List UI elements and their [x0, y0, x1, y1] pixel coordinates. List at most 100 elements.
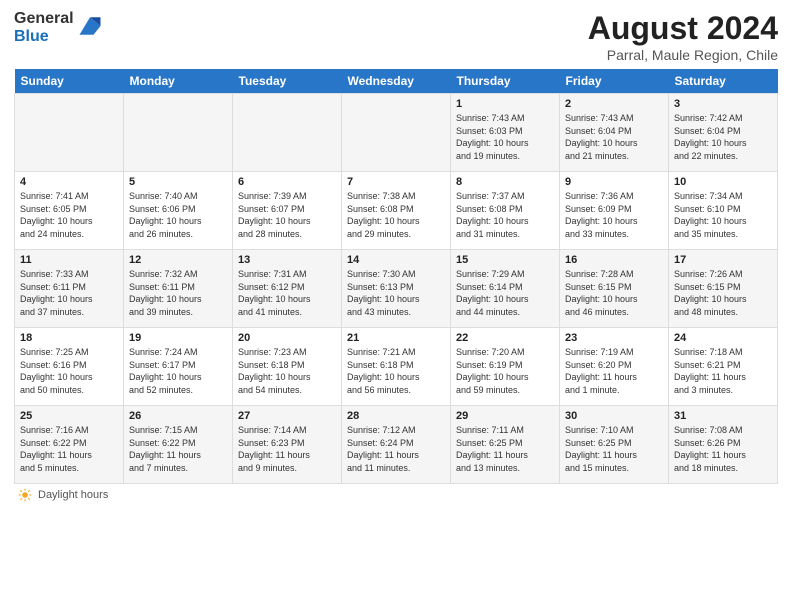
calendar-cell: 1 Sunrise: 7:43 AM Sunset: 6:03 PM Daylig… — [451, 94, 560, 172]
day-info: Sunrise: 7:36 AM Sunset: 6:09 PM Dayligh… — [565, 190, 663, 240]
day-info: Sunrise: 7:21 AM Sunset: 6:18 PM Dayligh… — [347, 346, 445, 396]
logo: General Blue — [14, 10, 104, 45]
day-info: Sunrise: 7:43 AM Sunset: 6:04 PM Dayligh… — [565, 112, 663, 162]
day-info: Sunrise: 7:29 AM Sunset: 6:14 PM Dayligh… — [456, 268, 554, 318]
calendar-cell: 18Sunrise: 7:25 AM Sunset: 6:16 PM Dayli… — [15, 328, 124, 406]
logo-blue: Blue — [14, 28, 74, 46]
calendar-cell — [15, 94, 124, 172]
calendar-cell: 21 Sunrise: 7:21 AM Sunset: 6:18 PM Dayli… — [342, 328, 451, 406]
calendar-table: SundayMondayTuesdayWednesdayThursdayFrid… — [14, 69, 778, 484]
weekday-header-thursday: Thursday — [451, 69, 560, 94]
day-info: Sunrise: 7:08 AM Sunset: 6:26 PM Dayligh… — [674, 424, 772, 474]
calendar-cell: 14 Sunrise: 7:30 AM Sunset: 6:13 PM Dayli… — [342, 250, 451, 328]
day-number: 1 — [456, 98, 554, 110]
day-number: 23 — [565, 332, 663, 344]
calendar-cell: 13 Sunrise: 7:31 AM Sunset: 6:12 PM Dayli… — [233, 250, 342, 328]
day-number: 13 — [238, 254, 336, 266]
sun-icon — [18, 488, 32, 502]
day-number: 26 — [129, 410, 227, 422]
calendar-cell: 25Sunrise: 7:16 AM Sunset: 6:22 PM Dayli… — [15, 406, 124, 484]
day-info: Sunrise: 7:26 AM Sunset: 6:15 PM Dayligh… — [674, 268, 772, 318]
calendar-cell: 16Sunrise: 7:28 AM Sunset: 6:15 PM Dayli… — [560, 250, 669, 328]
legend: Daylight hours — [14, 488, 778, 502]
calendar-cell — [233, 94, 342, 172]
calendar-week-row: 11 Sunrise: 7:33 AM Sunset: 6:11 PM Dayli… — [15, 250, 778, 328]
day-info: Sunrise: 7:43 AM Sunset: 6:03 PM Dayligh… — [456, 112, 554, 162]
day-number: 17 — [674, 254, 772, 266]
calendar-cell: 26 Sunrise: 7:15 AM Sunset: 6:22 PM Dayli… — [124, 406, 233, 484]
day-number: 2 — [565, 98, 663, 110]
logo-icon — [76, 12, 104, 40]
weekday-header-sunday: Sunday — [15, 69, 124, 94]
day-info: Sunrise: 7:19 AM Sunset: 6:20 PM Dayligh… — [565, 346, 663, 396]
daylight-hours-label: Daylight hours — [38, 489, 108, 501]
day-info: Sunrise: 7:42 AM Sunset: 6:04 PM Dayligh… — [674, 112, 772, 162]
calendar-week-row: 18Sunrise: 7:25 AM Sunset: 6:16 PM Dayli… — [15, 328, 778, 406]
day-info: Sunrise: 7:10 AM Sunset: 6:25 PM Dayligh… — [565, 424, 663, 474]
calendar-cell: 8Sunrise: 7:37 AM Sunset: 6:08 PM Daylig… — [451, 172, 560, 250]
day-number: 25 — [20, 410, 118, 422]
calendar-cell: 7Sunrise: 7:38 AM Sunset: 6:08 PM Daylig… — [342, 172, 451, 250]
weekday-header-tuesday: Tuesday — [233, 69, 342, 94]
weekday-header-friday: Friday — [560, 69, 669, 94]
calendar-cell: 2 Sunrise: 7:43 AM Sunset: 6:04 PM Daylig… — [560, 94, 669, 172]
day-info: Sunrise: 7:33 AM Sunset: 6:11 PM Dayligh… — [20, 268, 118, 318]
day-number: 30 — [565, 410, 663, 422]
logo-general: General — [14, 10, 74, 28]
calendar-cell: 4 Sunrise: 7:41 AM Sunset: 6:05 PM Daylig… — [15, 172, 124, 250]
page-container: General Blue August 2024 Parral, Maule R… — [0, 0, 792, 508]
calendar-cell: 6Sunrise: 7:39 AM Sunset: 6:07 PM Daylig… — [233, 172, 342, 250]
day-number: 18 — [20, 332, 118, 344]
day-number: 15 — [456, 254, 554, 266]
day-number: 24 — [674, 332, 772, 344]
calendar-cell: 24 Sunrise: 7:18 AM Sunset: 6:21 PM Dayli… — [669, 328, 778, 406]
day-info: Sunrise: 7:14 AM Sunset: 6:23 PM Dayligh… — [238, 424, 336, 474]
day-info: Sunrise: 7:41 AM Sunset: 6:05 PM Dayligh… — [20, 190, 118, 240]
calendar-cell: 27 Sunrise: 7:14 AM Sunset: 6:23 PM Dayli… — [233, 406, 342, 484]
calendar-cell: 5Sunrise: 7:40 AM Sunset: 6:06 PM Daylig… — [124, 172, 233, 250]
logo-text: General Blue — [14, 10, 74, 45]
calendar-cell: 10Sunrise: 7:34 AM Sunset: 6:10 PM Dayli… — [669, 172, 778, 250]
day-number: 21 — [347, 332, 445, 344]
day-info: Sunrise: 7:18 AM Sunset: 6:21 PM Dayligh… — [674, 346, 772, 396]
day-number: 3 — [674, 98, 772, 110]
calendar-cell: 31 Sunrise: 7:08 AM Sunset: 6:26 PM Dayli… — [669, 406, 778, 484]
day-number: 11 — [20, 254, 118, 266]
day-number: 16 — [565, 254, 663, 266]
day-number: 6 — [238, 176, 336, 188]
calendar-cell: 28Sunrise: 7:12 AM Sunset: 6:24 PM Dayli… — [342, 406, 451, 484]
day-info: Sunrise: 7:12 AM Sunset: 6:24 PM Dayligh… — [347, 424, 445, 474]
title-section: August 2024 Parral, Maule Region, Chile — [588, 10, 778, 63]
day-number: 19 — [129, 332, 227, 344]
header: General Blue August 2024 Parral, Maule R… — [14, 10, 778, 63]
calendar-cell: 23 Sunrise: 7:19 AM Sunset: 6:20 PM Dayli… — [560, 328, 669, 406]
day-number: 14 — [347, 254, 445, 266]
calendar-week-row: 25Sunrise: 7:16 AM Sunset: 6:22 PM Dayli… — [15, 406, 778, 484]
day-number: 4 — [20, 176, 118, 188]
calendar-cell: 12 Sunrise: 7:32 AM Sunset: 6:11 PM Dayli… — [124, 250, 233, 328]
calendar-cell — [342, 94, 451, 172]
day-info: Sunrise: 7:15 AM Sunset: 6:22 PM Dayligh… — [129, 424, 227, 474]
month-year-title: August 2024 — [588, 10, 778, 47]
day-number: 20 — [238, 332, 336, 344]
day-number: 9 — [565, 176, 663, 188]
day-number: 12 — [129, 254, 227, 266]
calendar-cell: 30 Sunrise: 7:10 AM Sunset: 6:25 PM Dayli… — [560, 406, 669, 484]
calendar-cell: 19Sunrise: 7:24 AM Sunset: 6:17 PM Dayli… — [124, 328, 233, 406]
day-info: Sunrise: 7:23 AM Sunset: 6:18 PM Dayligh… — [238, 346, 336, 396]
location-subtitle: Parral, Maule Region, Chile — [588, 47, 778, 63]
day-info: Sunrise: 7:30 AM Sunset: 6:13 PM Dayligh… — [347, 268, 445, 318]
day-info: Sunrise: 7:31 AM Sunset: 6:12 PM Dayligh… — [238, 268, 336, 318]
weekday-header-wednesday: Wednesday — [342, 69, 451, 94]
calendar-cell: 20 Sunrise: 7:23 AM Sunset: 6:18 PM Dayli… — [233, 328, 342, 406]
day-number: 27 — [238, 410, 336, 422]
day-number: 29 — [456, 410, 554, 422]
day-info: Sunrise: 7:40 AM Sunset: 6:06 PM Dayligh… — [129, 190, 227, 240]
day-info: Sunrise: 7:11 AM Sunset: 6:25 PM Dayligh… — [456, 424, 554, 474]
calendar-week-row: 1 Sunrise: 7:43 AM Sunset: 6:03 PM Daylig… — [15, 94, 778, 172]
calendar-cell: 29 Sunrise: 7:11 AM Sunset: 6:25 PM Dayli… — [451, 406, 560, 484]
calendar-cell: 11 Sunrise: 7:33 AM Sunset: 6:11 PM Dayli… — [15, 250, 124, 328]
day-info: Sunrise: 7:32 AM Sunset: 6:11 PM Dayligh… — [129, 268, 227, 318]
day-info: Sunrise: 7:34 AM Sunset: 6:10 PM Dayligh… — [674, 190, 772, 240]
day-number: 31 — [674, 410, 772, 422]
